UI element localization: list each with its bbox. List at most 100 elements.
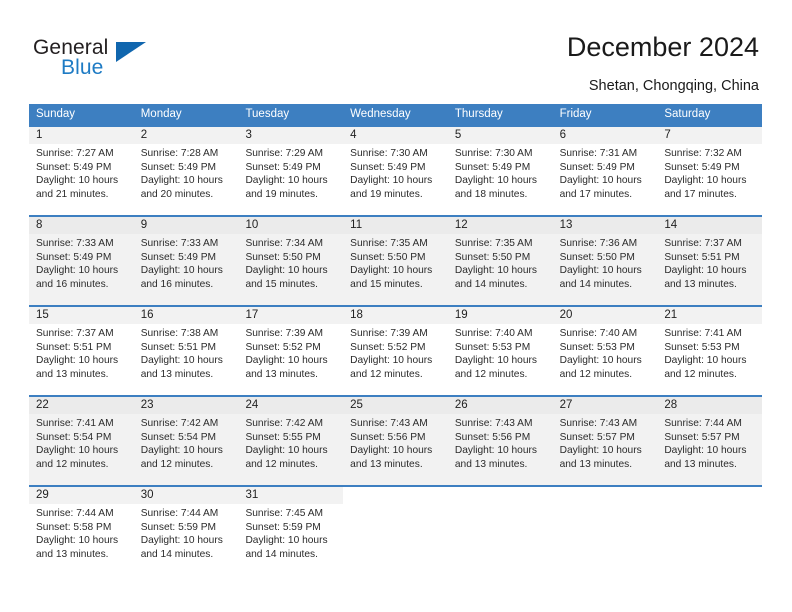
day-number: 11 — [343, 217, 448, 234]
calendar-day-cell[interactable]: 24 Sunrise: 7:42 AM Sunset: 5:55 PM Dayligh… — [238, 397, 344, 485]
calendar-day-cell[interactable]: 30 Sunrise: 7:44 AM Sunset: 5:59 PM Dayligh… — [133, 487, 239, 575]
daylight-duration-line2: and 12 minutes. — [454, 368, 528, 380]
calendar-day-cell[interactable]: 12 Sunrise: 7:35 AM Sunset: 5:50 PM Dayligh… — [447, 217, 553, 305]
sunrise-time: Sunrise: 7:44 AM — [140, 508, 219, 519]
calendar-day-cell[interactable]: 16 Sunrise: 7:38 AM Sunset: 5:51 PM Dayligh… — [133, 307, 239, 395]
weekday-monday: Monday — [140, 108, 182, 120]
day-details: Sunrise: 7:36 AM Sunset: 5:50 PM Daylight:… — [553, 234, 658, 291]
calendar-day-cell[interactable]: 26 Sunrise: 7:43 AM Sunset: 5:56 PM Dayligh… — [447, 397, 553, 485]
day-details: Sunrise: 7:31 AM Sunset: 5:49 PM Daylight:… — [553, 144, 658, 201]
daylight-duration-line2: and 15 minutes. — [350, 278, 423, 290]
day-number: 4 — [343, 127, 448, 144]
day-number: 3 — [238, 127, 344, 144]
daylight-duration-line1: Daylight: 10 hours — [559, 265, 642, 277]
weekday-sunday: Sunday — [36, 108, 76, 120]
calendar-day-cell[interactable]: 6 Sunrise: 7:31 AM Sunset: 5:49 PM Daylight… — [552, 127, 658, 215]
daylight-duration-line2: and 13 minutes. — [140, 368, 214, 380]
calendar-day-cell[interactable]: 9 Sunrise: 7:33 AM Sunset: 5:49 PM Daylight… — [133, 217, 239, 305]
day-details: Sunrise: 7:39 AM Sunset: 5:52 PM Daylight:… — [343, 324, 448, 381]
day-number: 14 — [657, 217, 763, 234]
day-number: 22 — [29, 397, 134, 414]
day-number: 1 — [29, 127, 134, 144]
daylight-duration-line1: Daylight: 10 hours — [245, 265, 328, 277]
calendar-day-cell[interactable]: 15 Sunrise: 7:37 AM Sunset: 5:51 PM Dayligh… — [29, 307, 134, 395]
sunrise-time: Sunrise: 7:35 AM — [350, 238, 428, 249]
calendar-weeks: 1 Sunrise: 7:27 AM Sunset: 5:49 PM Daylight… — [29, 125, 763, 575]
sunrise-time: Sunrise: 7:40 AM — [454, 328, 533, 339]
day-number: 17 — [238, 307, 344, 324]
sunset-time: Sunset: 5:58 PM — [36, 521, 112, 533]
daylight-duration-line1: Daylight: 10 hours — [559, 355, 642, 367]
sunset-time: Sunset: 5:49 PM — [245, 161, 321, 173]
day-number — [343, 487, 448, 504]
sunset-time: Sunset: 5:59 PM — [245, 521, 321, 533]
day-number: 27 — [552, 397, 658, 414]
calendar-day-cell[interactable]: 31 Sunrise: 7:45 AM Sunset: 5:59 PM Dayligh… — [238, 487, 344, 575]
sunset-time: Sunset: 5:49 PM — [350, 161, 426, 173]
daylight-duration-line2: and 12 minutes. — [140, 458, 214, 470]
daylight-duration-line2: and 13 minutes. — [664, 278, 737, 290]
day-details: Sunrise: 7:29 AM Sunset: 5:49 PM Daylight:… — [238, 144, 343, 201]
page-subtitle-location: Shetan, Chongqing, China — [588, 78, 759, 94]
day-number: 7 — [657, 127, 763, 144]
sunset-time: Sunset: 5:51 PM — [664, 251, 740, 263]
sunset-time: Sunset: 5:52 PM — [350, 341, 426, 353]
day-details: Sunrise: 7:42 AM Sunset: 5:54 PM Daylight:… — [134, 414, 239, 471]
day-details: Sunrise: 7:45 AM Sunset: 5:59 PM Daylight:… — [238, 504, 343, 561]
day-details: Sunrise: 7:35 AM Sunset: 5:50 PM Daylight:… — [448, 234, 553, 291]
calendar-day-cell[interactable]: 1 Sunrise: 7:27 AM Sunset: 5:49 PM Daylight… — [29, 127, 134, 215]
daylight-duration-line1: Daylight: 10 hours — [36, 535, 119, 547]
sunset-time: Sunset: 5:49 PM — [36, 251, 112, 263]
calendar-day-cell[interactable]: 22 Sunrise: 7:41 AM Sunset: 5:54 PM Dayligh… — [29, 397, 134, 485]
calendar-day-cell[interactable]: 25 Sunrise: 7:43 AM Sunset: 5:56 PM Dayligh… — [343, 397, 448, 485]
calendar-day-cell[interactable]: 20 Sunrise: 7:40 AM Sunset: 5:53 PM Dayligh… — [552, 307, 658, 395]
day-details: Sunrise: 7:38 AM Sunset: 5:51 PM Daylight:… — [134, 324, 239, 381]
calendar-day-cell[interactable]: 23 Sunrise: 7:42 AM Sunset: 5:54 PM Dayligh… — [133, 397, 239, 485]
day-details: Sunrise: 7:43 AM Sunset: 5:56 PM Daylight:… — [448, 414, 553, 471]
calendar-day-cell-empty — [657, 487, 763, 575]
calendar-day-cell[interactable]: 18 Sunrise: 7:39 AM Sunset: 5:52 PM Dayligh… — [343, 307, 448, 395]
day-details: Sunrise: 7:37 AM Sunset: 5:51 PM Daylight:… — [657, 234, 762, 291]
calendar-day-cell[interactable]: 11 Sunrise: 7:35 AM Sunset: 5:50 PM Dayligh… — [343, 217, 448, 305]
day-number: 16 — [133, 307, 239, 324]
daylight-duration-line1: Daylight: 10 hours — [664, 355, 747, 367]
calendar-week-row: 15 Sunrise: 7:37 AM Sunset: 5:51 PM Dayligh… — [29, 305, 763, 395]
calendar-day-cell[interactable]: 21 Sunrise: 7:41 AM Sunset: 5:53 PM Dayligh… — [657, 307, 763, 395]
sunset-time: Sunset: 5:55 PM — [245, 431, 321, 443]
calendar-day-cell[interactable]: 13 Sunrise: 7:36 AM Sunset: 5:50 PM Dayligh… — [552, 217, 658, 305]
daylight-duration-line2: and 12 minutes. — [245, 458, 318, 470]
day-number: 25 — [343, 397, 448, 414]
sunset-time: Sunset: 5:50 PM — [350, 251, 426, 263]
daylight-duration-line2: and 13 minutes. — [454, 458, 528, 470]
daylight-duration-line1: Daylight: 10 hours — [36, 175, 119, 187]
sunrise-time: Sunrise: 7:37 AM — [36, 328, 114, 339]
calendar-table: Sunday Monday Tuesday Wednesday Thursday… — [29, 104, 763, 575]
general-blue-logo[interactable]: General Blue — [33, 36, 233, 86]
calendar-day-cell[interactable]: 29 Sunrise: 7:44 AM Sunset: 5:58 PM Dayligh… — [29, 487, 134, 575]
sunset-time: Sunset: 5:53 PM — [454, 341, 531, 353]
calendar-day-cell[interactable]: 4 Sunrise: 7:30 AM Sunset: 5:49 PM Daylight… — [343, 127, 448, 215]
calendar-day-cell[interactable]: 3 Sunrise: 7:29 AM Sunset: 5:49 PM Daylight… — [238, 127, 344, 215]
sunrise-time: Sunrise: 7:33 AM — [36, 238, 114, 249]
calendar-day-cell[interactable]: 7 Sunrise: 7:32 AM Sunset: 5:49 PM Daylight… — [657, 127, 763, 215]
calendar-day-cell[interactable]: 14 Sunrise: 7:37 AM Sunset: 5:51 PM Dayligh… — [657, 217, 763, 305]
calendar-day-cell[interactable]: 28 Sunrise: 7:44 AM Sunset: 5:57 PM Dayligh… — [657, 397, 763, 485]
weekday-thursday: Thursday — [454, 108, 503, 120]
calendar-day-cell[interactable]: 27 Sunrise: 7:43 AM Sunset: 5:57 PM Dayligh… — [552, 397, 658, 485]
daylight-duration-line1: Daylight: 10 hours — [36, 265, 119, 277]
daylight-duration-line1: Daylight: 10 hours — [245, 175, 328, 187]
daylight-duration-line1: Daylight: 10 hours — [140, 355, 223, 367]
calendar-day-cell[interactable]: 17 Sunrise: 7:39 AM Sunset: 5:52 PM Dayligh… — [238, 307, 344, 395]
day-number — [657, 487, 762, 504]
calendar-day-cell[interactable]: 2 Sunrise: 7:28 AM Sunset: 5:49 PM Daylight… — [133, 127, 239, 215]
calendar-day-cell-empty — [552, 487, 658, 575]
daylight-duration-line2: and 12 minutes. — [664, 368, 737, 380]
calendar-day-cell[interactable]: 8 Sunrise: 7:33 AM Sunset: 5:49 PM Daylight… — [29, 217, 134, 305]
daylight-duration-line2: and 13 minutes. — [36, 548, 109, 560]
daylight-duration-line2: and 14 minutes. — [559, 278, 633, 290]
daylight-duration-line2: and 16 minutes. — [140, 278, 214, 290]
calendar-day-cell[interactable]: 5 Sunrise: 7:30 AM Sunset: 5:49 PM Daylight… — [447, 127, 553, 215]
day-number: 23 — [133, 397, 239, 414]
calendar-day-cell[interactable]: 19 Sunrise: 7:40 AM Sunset: 5:53 PM Dayligh… — [447, 307, 553, 395]
calendar-day-cell[interactable]: 10 Sunrise: 7:34 AM Sunset: 5:50 PM Dayligh… — [238, 217, 344, 305]
